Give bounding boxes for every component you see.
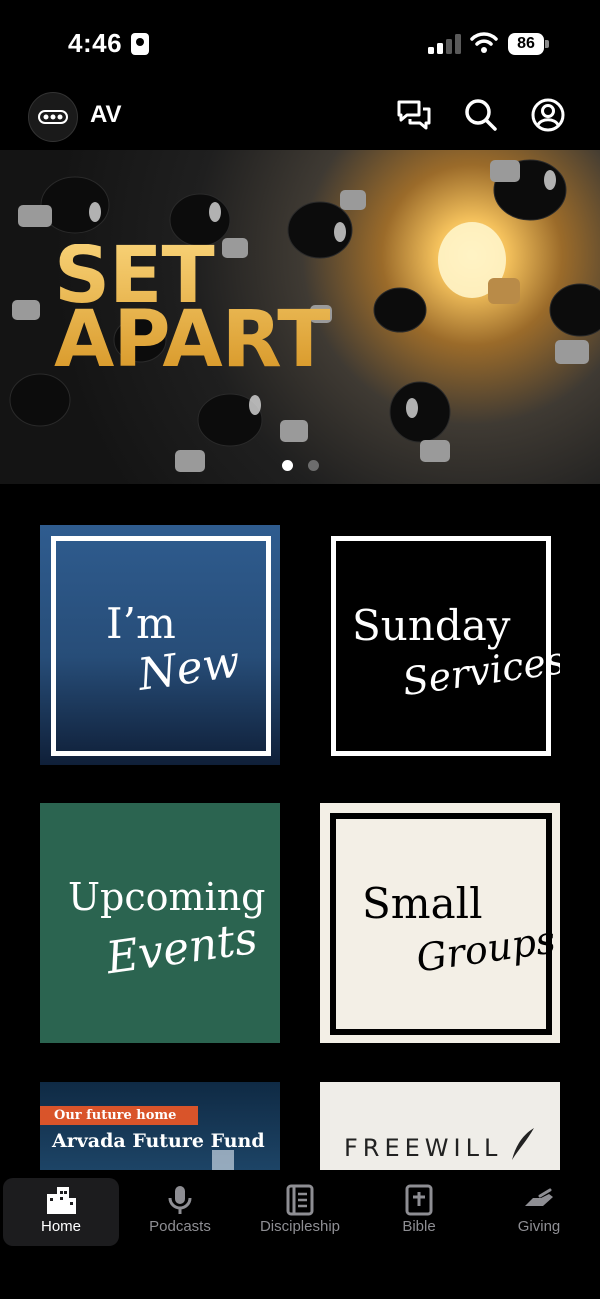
profile-icon[interactable]: [530, 97, 566, 133]
tab-home[interactable]: Home: [3, 1178, 119, 1246]
tile-freewill[interactable]: FREEWILL: [320, 1082, 560, 1170]
tile-small-groups[interactable]: Small Groups: [320, 803, 560, 1043]
tab-giving[interactable]: Giving: [481, 1178, 597, 1246]
orientation-lock-icon: [131, 33, 149, 55]
logo-icon: [38, 110, 68, 124]
book-icon: [286, 1184, 314, 1216]
tile-arvada-future-fund[interactable]: Our future home Arvada Future Fund: [40, 1082, 280, 1170]
tile-serif-text: Small: [362, 879, 483, 928]
carousel-dot-active[interactable]: [282, 460, 293, 471]
microphone-icon: [168, 1186, 192, 1214]
hero-carousel[interactable]: SET APART: [0, 150, 600, 484]
tile-tag: Our future home: [40, 1106, 198, 1125]
carousel-dot[interactable]: [308, 460, 319, 471]
tab-label: Giving: [517, 1218, 561, 1235]
tile-script-text: Events: [103, 912, 261, 985]
tab-bible[interactable]: Bible: [361, 1178, 477, 1246]
tab-label: Home: [40, 1218, 81, 1235]
battery-tip: [545, 40, 549, 48]
tile-im-new[interactable]: I’m New: [40, 525, 280, 765]
battery-level: 86: [508, 33, 544, 55]
tab-bar: Home Podcasts Discipleship Bible Giving: [0, 1170, 600, 1299]
bible-icon: [405, 1184, 433, 1216]
tile-title: FREEWILL: [344, 1134, 503, 1162]
hand-heart-icon: [525, 1188, 553, 1206]
hero-title: SET APART: [54, 244, 330, 372]
buildings-icon: [47, 1187, 76, 1214]
tab-label: Discipleship: [259, 1218, 341, 1235]
quill-icon: [512, 1128, 534, 1160]
app-logo[interactable]: [28, 92, 78, 142]
chat-icon[interactable]: [396, 97, 432, 133]
tab-podcasts[interactable]: Podcasts: [122, 1178, 238, 1246]
tile-upcoming-events[interactable]: Upcoming Events: [40, 803, 280, 1043]
wifi-icon: [470, 32, 498, 53]
tab-discipleship[interactable]: Discipleship: [242, 1178, 358, 1246]
tile-serif-text: Upcoming: [68, 875, 266, 919]
tile-title: Arvada Future Fund: [52, 1130, 265, 1152]
app-title: AV: [90, 101, 122, 128]
cellular-signal-icon: [428, 34, 461, 54]
hero-title-line2: APART: [54, 295, 330, 385]
tab-label: Podcasts: [149, 1218, 211, 1235]
tile-serif-text: Sunday: [352, 601, 511, 650]
search-icon[interactable]: [463, 97, 499, 133]
tile-serif-text: I’m: [106, 599, 176, 648]
building-image: [212, 1150, 234, 1170]
tile-sunday-services[interactable]: Sunday Services: [320, 525, 560, 765]
tab-label: Bible: [402, 1218, 436, 1235]
status-time: 4:46: [68, 28, 123, 58]
